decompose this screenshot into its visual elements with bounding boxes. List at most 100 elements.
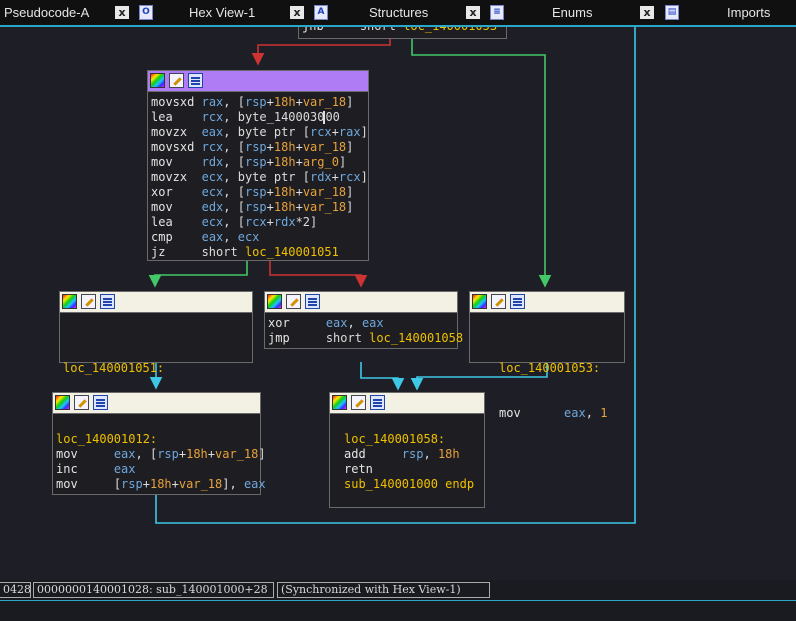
tab-pseudocode-a[interactable]: Pseudocode-A [4, 0, 89, 25]
mnemonic: jmp [268, 331, 290, 345]
edit-icon[interactable] [351, 395, 366, 410]
tab-pseudocode-a-close-icon[interactable]: x [115, 6, 129, 19]
code-line[interactable]: retn [344, 462, 484, 477]
node-code[interactable]: movsxd rax, [rsp+18h+var_18] lea rcx, byt… [148, 92, 368, 260]
graph-node-xor[interactable]: xor eax, eax jmp short loc_140001058 [264, 291, 463, 349]
mnemonic: retn [344, 462, 373, 476]
code-line[interactable]: loc_140001012: [56, 432, 260, 447]
register: eax [564, 406, 586, 420]
xref-list-icon[interactable] [93, 395, 108, 410]
code-line[interactable]: xor eax, eax [268, 316, 457, 331]
operand-text: + [207, 447, 216, 461]
operand-text: + [142, 477, 150, 491]
register: ecx [201, 215, 224, 229]
tab-imports[interactable]: Imports [727, 0, 770, 25]
graph-view[interactable]: jnb short loc_140001053 movsxd rax, [rsp… [0, 27, 796, 580]
color-palette-icon[interactable] [472, 294, 487, 309]
tab-hex-view-1[interactable]: Hex View-1 [189, 0, 255, 25]
color-palette-icon[interactable] [332, 395, 347, 410]
tab-hex-view-1-close-icon[interactable]: x [290, 6, 304, 19]
edit-icon[interactable] [74, 395, 89, 410]
code-line[interactable]: cmp eax, ecx [151, 230, 368, 245]
tab-structures-close-icon[interactable]: x [466, 6, 480, 19]
jump-target-label[interactable]: loc_140001053 [403, 27, 497, 33]
xref-list-icon[interactable] [370, 395, 385, 410]
color-palette-icon[interactable] [267, 294, 282, 309]
register: ecx [237, 230, 260, 244]
code-line[interactable]: mov edx, [rsp+18h+var_18] [151, 200, 368, 215]
operand-text: ] [346, 95, 354, 109]
node-code[interactable]: xor eax, eax jmp short loc_140001058 [265, 313, 463, 346]
code-line[interactable]: jmp short loc_140001058 [268, 331, 463, 346]
operand-text: + [295, 185, 303, 199]
code-label[interactable]: loc_140001051 [245, 245, 339, 259]
code-line[interactable]: loc_140001053: [499, 361, 624, 376]
xref-list-icon[interactable] [100, 294, 115, 309]
tab-enums-close-icon[interactable]: x [640, 6, 654, 19]
code-line[interactable]: movzx ecx, byte ptr [rdx+rcx] [151, 170, 368, 185]
color-palette-icon[interactable] [62, 294, 77, 309]
edit-icon[interactable] [169, 73, 184, 88]
xref-list-icon[interactable] [188, 73, 203, 88]
code-line[interactable]: add rsp, 18h [344, 447, 484, 462]
operand-text: ] [258, 447, 266, 461]
code-label[interactable]: loc_140001058 [369, 331, 463, 345]
code-line[interactable]: jz short loc_140001051 [151, 245, 368, 260]
register: rax [338, 125, 361, 139]
mnemonic: lea [151, 110, 173, 124]
graph-node-loc-140001051[interactable]: loc_140001051: jmp short loc_140001012 [59, 291, 258, 420]
operand-text: ] [346, 185, 354, 199]
edit-icon[interactable] [81, 294, 96, 309]
register: eax [201, 125, 224, 139]
color-palette-icon[interactable] [150, 73, 165, 88]
color-palette-icon[interactable] [55, 395, 70, 410]
register: rsp [244, 155, 267, 169]
xref-list-icon[interactable] [305, 294, 320, 309]
code-line[interactable]: mov rdx, [rsp+18h+arg_0] [151, 155, 368, 170]
operand-text: ] [346, 140, 354, 154]
code-line[interactable]: lea ecx, [rcx+rdx*2] [151, 215, 368, 230]
edit-icon[interactable] [286, 294, 301, 309]
graph-node-loc-140001053[interactable]: loc_140001053: mov eax, 1 [469, 291, 625, 420]
code-line[interactable]: mov eax, 1 [499, 406, 624, 421]
mnemonic: mov [499, 406, 521, 420]
operand-text: short [325, 331, 370, 345]
xref-list-icon[interactable] [510, 294, 525, 309]
code-label[interactable]: sub_140001000 endp [344, 477, 474, 491]
graph-node-loc-140001058[interactable]: loc_140001058: add rsp, 18h retn sub_140001… [329, 392, 485, 508]
enums-icon: ≡ [490, 5, 504, 20]
graph-node-loc-140001012[interactable]: loc_140001012: mov eax, [rsp+18h+var_18] i… [52, 392, 266, 495]
code-line[interactable]: movsxd rcx, [rsp+18h+var_18] [151, 140, 368, 155]
node-header [470, 292, 624, 313]
code-line[interactable]: lea rcx, byte_140003000 [151, 110, 368, 125]
location-label: loc_140001051: [63, 361, 165, 375]
code-line[interactable]: mov eax, [rsp+18h+var_18] [56, 447, 266, 462]
code-line[interactable]: movsxd rax, [rsp+18h+var_18] [151, 95, 368, 110]
symbol: var_18 [302, 140, 347, 154]
code-line[interactable]: loc_140001058: [344, 432, 484, 447]
symbol: var_18 [178, 477, 223, 491]
register: rcx [338, 170, 361, 184]
graph-node-top[interactable]: jnb short loc_140001053 [298, 27, 507, 39]
code-line[interactable]: xor ecx, [rsp+18h+var_18] [151, 185, 368, 200]
tab-enums[interactable]: Enums [552, 0, 592, 25]
edge-false-node1 [269, 260, 368, 288]
code-line[interactable]: jnb short loc_140001053 [302, 27, 506, 34]
node-code[interactable]: loc_140001058: add rsp, 18h retn sub_140001… [330, 414, 484, 492]
operand-text: + [331, 125, 339, 139]
status-bar: 0428 0000000140001028: sub_140001000+28 … [0, 580, 796, 621]
code-line[interactable]: loc_140001051: [63, 361, 252, 376]
code-line[interactable]: movzx eax, byte ptr [rcx+rax] [151, 125, 368, 140]
code-line[interactable]: inc eax [56, 462, 260, 477]
tab-structures[interactable]: Structures [369, 0, 428, 25]
graph-node-selected[interactable]: movsxd rax, [rsp+18h+var_18] lea rcx, byt… [147, 70, 369, 261]
structures-icon: A [314, 5, 328, 20]
node-code[interactable]: loc_140001012: mov eax, [rsp+18h+var_18] i… [53, 414, 266, 492]
code-line[interactable]: sub_140001000 endp [344, 477, 484, 492]
edit-icon[interactable] [491, 294, 506, 309]
code-line[interactable]: mov [rsp+18h+var_18], eax [56, 477, 266, 492]
